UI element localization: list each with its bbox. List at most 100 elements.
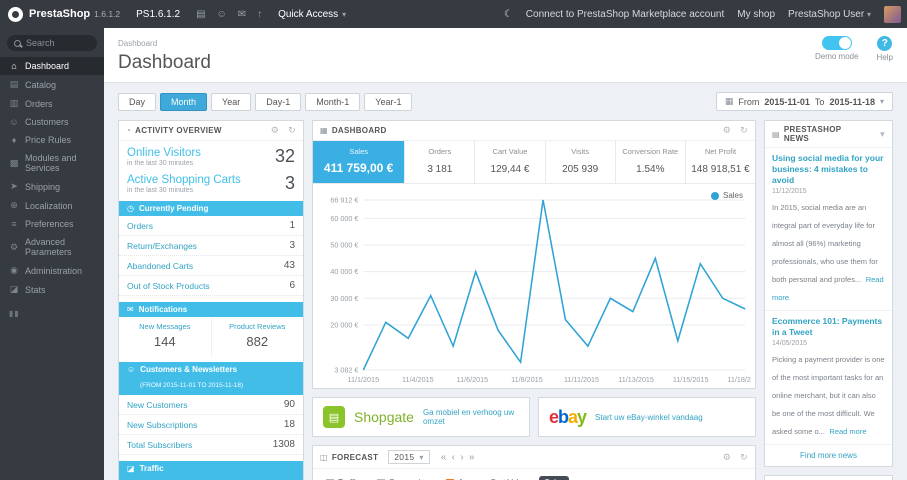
kpi-orders[interactable]: Orders 3 181 [405, 141, 476, 183]
traffic-header: ◪ Traffic (FROM 2015-11-01 TO 2015-11-18… [119, 461, 303, 480]
svg-text:11/11/2015: 11/11/2015 [564, 375, 599, 384]
sidebar-item-localization[interactable]: ⊕ Localization [0, 196, 104, 215]
orders-notification-icon[interactable]: ▤ [196, 9, 205, 20]
help-button[interactable]: ? Help [877, 36, 893, 62]
activity-panel-header: ◔ ACTIVITY OVERVIEW ⚙ ↻ [119, 121, 303, 141]
kpi-conversion-rate[interactable]: Conversion Rate 1.54% [616, 141, 686, 183]
sidebar-item-customers[interactable]: ☺ Customers [0, 113, 104, 131]
svg-text:11/15/2015: 11/15/2015 [673, 375, 709, 384]
refresh-icon[interactable]: ↻ [740, 452, 748, 463]
kpi-net-profit[interactable]: Net Profit 148 918,51 € [686, 141, 755, 183]
quick-access-menu[interactable]: Quick Access ▾ [278, 9, 346, 20]
main-menu: ⌂ Dashboard ▤ Catalog ▥ Orders ☺ Custome… [0, 57, 104, 299]
kpi-visits[interactable]: Visits 205 939 [546, 141, 616, 183]
demo-mode-toggle[interactable]: Demo mode [815, 36, 859, 61]
topbar-right: ☾ Connect to PrestaShop Marketplace acco… [504, 5, 907, 23]
sidebar-item-advanced-parameters[interactable]: ⚙ Advanced Parameters [0, 233, 104, 261]
shipping-icon: ➤ [10, 181, 18, 191]
kpi-cart-value[interactable]: Cart Value 129,44 € [475, 141, 546, 183]
customers-icon: ☺ [127, 365, 136, 374]
article-title-link[interactable]: Ecommerce 101: Payments in a Tweet [772, 316, 885, 338]
dashboard-panel-header: ▦ DASHBOARD ⚙ ↻ [313, 121, 755, 141]
sidebar-item-modules-and-services[interactable]: ▩ Modules and Services [0, 149, 104, 177]
last-page-icon[interactable]: » [469, 452, 475, 463]
shop-name: PS1.6.1.2 [136, 8, 181, 20]
shopgate-brand: Shopgate [354, 409, 414, 425]
breadcrumb[interactable]: Dashboard [118, 39, 157, 48]
news-icon: ▤ [772, 129, 780, 139]
find-more-news-link[interactable]: Find more news [765, 445, 892, 466]
prev-page-icon[interactable]: ‹ [452, 452, 456, 463]
date-range-picker[interactable]: ▦ From 2015-11-01 To 2015-11-18 ▾ [715, 92, 893, 111]
sidebar-item-label: Administration [25, 265, 83, 276]
search-icon [14, 39, 21, 47]
forecast-legend-average-cart-value[interactable]: Average Cart Value [441, 476, 532, 480]
moon-icon[interactable]: ☾ [504, 9, 513, 20]
sidebar-item-catalog[interactable]: ▤ Catalog [0, 75, 104, 94]
customers-row-total-subscribers: Total Subscribers 1308 [119, 435, 303, 455]
refresh-icon[interactable]: ↻ [288, 125, 296, 136]
pending-row-out-of-stock: Out of Stock Products 6 [119, 276, 303, 296]
product-reviews-cell[interactable]: Product Reviews 882 [210, 317, 304, 356]
customers-notification-icon[interactable]: ☺ [217, 9, 227, 20]
forecast-year-select[interactable]: 2015 ▾ [388, 450, 430, 464]
sidebar-item-shipping[interactable]: ➤ Shipping [0, 177, 104, 196]
active-carts-link[interactable]: Active Shopping Carts [127, 174, 241, 186]
sidebar-item-preferences[interactable]: ≡ Preferences [0, 215, 104, 233]
user-menu[interactable]: PrestaShop User ▾ [788, 9, 871, 20]
messages-notification-icon[interactable]: ✉ [238, 9, 246, 20]
prestashop-news-panel: ▤ PRESTASHOP NEWS ▾ Using social media f… [764, 120, 893, 468]
help-icon[interactable]: ? [877, 36, 893, 51]
forecast-legend-conversion[interactable]: Conversion [372, 476, 434, 480]
gear-icon[interactable]: ⚙ [723, 125, 731, 136]
range-year-1-button[interactable]: Year-1 [364, 92, 413, 111]
gear-icon[interactable]: ⚙ [723, 452, 731, 463]
svg-text:3 082 €: 3 082 € [334, 365, 358, 374]
refresh-icon[interactable]: ↻ [740, 125, 748, 136]
article-title-link[interactable]: Using social media for your business: 4 … [772, 153, 885, 186]
user-avatar[interactable] [884, 5, 901, 23]
range-day-1-button[interactable]: Day-1 [255, 92, 302, 111]
chevron-down-icon: ▾ [879, 97, 884, 106]
read-more-link[interactable]: Read more [829, 427, 866, 436]
online-visitors-link[interactable]: Online Visitors [127, 147, 201, 159]
first-page-icon[interactable]: « [441, 452, 447, 463]
customers-newsletters-header: ☺ Customers & Newsletters (FROM 2015-11-… [119, 362, 303, 395]
ebay-link[interactable]: Start uw eBay-winkel vandaag [595, 413, 703, 422]
article-date: 14/05/2015 [772, 340, 808, 348]
news-column: ▤ PRESTASHOP NEWS ▾ Using social media f… [764, 120, 893, 480]
search-input[interactable] [26, 38, 90, 48]
range-month-button[interactable]: Month [160, 92, 208, 111]
kpi-row: Sales 411 759,00 € Orders 3 181 Cart Val… [313, 141, 755, 184]
forecast-nav: « ‹ › » [441, 452, 475, 463]
toggle-switch-icon[interactable] [821, 36, 852, 50]
range-year-button[interactable]: Year [211, 92, 252, 111]
prestashop-admin: PrestaShop 1.6.1.2 PS1.6.1.2 ▤ ☺ ✉ ↑ Qui… [0, 0, 907, 480]
sidebar-item-administration[interactable]: ◉ Administration [0, 261, 104, 280]
kpi-sales[interactable]: Sales 411 759,00 € [313, 141, 406, 183]
svg-text:11/1/2015: 11/1/2015 [347, 375, 379, 384]
forecast-legend-sales[interactable]: Sales [539, 476, 570, 480]
range-day-button[interactable]: Day [118, 92, 157, 111]
new-messages-cell[interactable]: New Messages 144 [119, 317, 211, 356]
gear-icon[interactable]: ⚙ [271, 125, 279, 136]
upgrade-icon[interactable]: ↑ [257, 9, 262, 20]
from-date: 2015-11-01 [764, 96, 810, 107]
topbar-notification-icons: ▤ ☺ ✉ ↑ [196, 9, 262, 20]
sidebar-item-orders[interactable]: ▥ Orders [0, 94, 104, 113]
sidebar-item-price-rules[interactable]: ♦ Price Rules [0, 131, 104, 149]
shopgate-link[interactable]: Ga mobiel en verhoog uw omzet [423, 408, 519, 426]
range-month-1-button[interactable]: Month-1 [305, 92, 361, 111]
next-page-icon[interactable]: › [460, 452, 464, 463]
sidebar-item-stats[interactable]: ◪ Stats [0, 280, 104, 299]
marketplace-link[interactable]: Connect to PrestaShop Marketplace accoun… [526, 9, 724, 20]
collapse-menu-icon[interactable]: ▮▮ [0, 299, 104, 328]
chevron-down-icon[interactable]: ▾ [880, 129, 885, 140]
sidebar-item-dashboard[interactable]: ⌂ Dashboard [0, 57, 104, 75]
forecast-legend-traffic[interactable]: Traffic [321, 476, 365, 480]
prestashop-logo[interactable]: PrestaShop 1.6.1.2 [0, 6, 120, 22]
news-panel-header: ▤ PRESTASHOP NEWS ▾ [765, 121, 892, 148]
ebay-promo: ebay Start uw eBay-winkel vandaag [538, 397, 756, 437]
date-range-toolbar: Day Month Year Day-1 Month-1 Year-1 ▦ Fr… [104, 83, 907, 117]
my-shop-link[interactable]: My shop [737, 9, 775, 20]
